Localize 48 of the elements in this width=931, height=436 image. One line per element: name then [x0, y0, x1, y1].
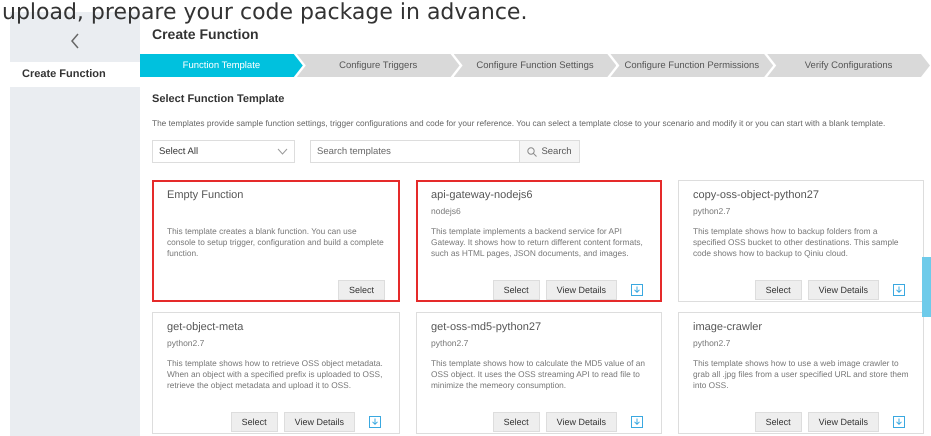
template-name: copy-oss-object-python27 [693, 189, 820, 201]
download-icon[interactable] [631, 416, 643, 428]
download-icon[interactable] [369, 416, 381, 428]
caption-text: upload, prepare your code package in advance. [2, 0, 528, 26]
select-button[interactable]: Select [754, 280, 802, 300]
back-icon[interactable] [70, 33, 80, 49]
download-icon[interactable] [893, 284, 905, 296]
description-text: The templates provide sample function settings, trigger configurations and code for your reference. You can select a template close to your scenario and modify it or you can start with a blank template. [152, 118, 886, 128]
template-description: This template shows how to use a web image crawler to grab all .jpg files from a user specified URL and store them into OSS. [693, 358, 909, 392]
select-button[interactable]: Select [492, 280, 540, 300]
wizard-step[interactable]: Configure Function Permissions [610, 54, 774, 77]
runtime-label: python2.7 [431, 338, 470, 349]
template-name: api-gateway-nodejs6 [431, 189, 534, 201]
view-details-button[interactable]: View Details [546, 412, 617, 432]
view-details-button[interactable]: View Details [284, 412, 355, 432]
view-details-button[interactable]: View Details [808, 412, 879, 432]
template-name: image-crawler [693, 321, 764, 333]
runtime-label: python2.7 [693, 338, 732, 349]
select-button[interactable]: Select [230, 412, 278, 432]
chevron-down-icon [277, 148, 288, 155]
wizard-step[interactable]: Configure Function Settings [454, 54, 616, 77]
category-dropdown[interactable]: Select All [152, 140, 295, 163]
template-description: This template shows how to backup folders from a specified OSS bucket to other destinations. This sample code shows how to backup to Qiniu cloud. [693, 226, 900, 260]
view-details-button[interactable]: View Details [808, 280, 879, 300]
section-title: Select Function Template [152, 93, 286, 105]
search-icon [527, 146, 538, 156]
wizard-step[interactable]: Verify Configurations [767, 54, 930, 77]
template-name: Empty Function [167, 189, 244, 201]
download-icon[interactable] [631, 284, 643, 296]
template-name: get-oss-md5-python27 [431, 321, 542, 333]
template-name: get-object-meta [167, 321, 244, 333]
runtime-label: python2.7 [693, 206, 732, 217]
search-button[interactable]: Search [520, 140, 580, 163]
select-button[interactable]: Select [754, 412, 802, 432]
select-button[interactable]: Select [338, 280, 385, 300]
view-details-button[interactable]: View Details [546, 280, 617, 300]
template-description: This template shows how to retrieve OSS object metadata. When an object with a specified prefix is uploaded to OSS, retrieve the object metadata and upload it to OSS. [167, 358, 384, 392]
download-icon[interactable] [893, 416, 905, 428]
runtime-label: nodejs6 [431, 206, 462, 217]
wizard-step[interactable]: Configure Triggers [296, 54, 460, 77]
select-button[interactable]: Select [492, 412, 540, 432]
page-title: Create Function [152, 25, 260, 44]
template-description: This template creates a blank function. You can use console to setup trigger, configuration and build a complete function. [167, 226, 385, 260]
sidebar-item[interactable]: Create Function [10, 62, 140, 87]
search-field[interactable]: Search templates [310, 140, 520, 163]
runtime-label: python2.7 [167, 338, 206, 349]
template-description: This template implements a backend service for API Gateway. It shows how to return different content formats, such as HTML pages, JSON documents, and images. [431, 226, 644, 260]
template-description: This template shows how to calculate the MD5 value of an OSS object. It uses the OSS streaming API to read file to minimize the memeory consumption. [431, 358, 646, 392]
